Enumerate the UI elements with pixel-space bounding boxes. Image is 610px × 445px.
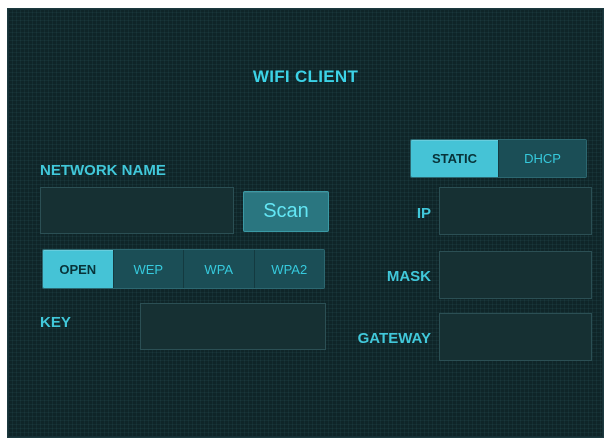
network-name-label: NETWORK NAME <box>40 162 166 179</box>
page-title: WIFI CLIENT <box>252 67 359 86</box>
security-option-wpa[interactable]: WPA <box>183 250 254 288</box>
mask-field[interactable] <box>439 251 592 299</box>
mask-label: MASK <box>386 268 431 285</box>
security-selector: OPEN WEP WPA WPA2 <box>42 249 325 289</box>
key-field[interactable] <box>140 303 326 350</box>
security-option-wep[interactable]: WEP <box>112 250 183 288</box>
ip-field[interactable] <box>439 187 592 235</box>
security-option-open[interactable]: OPEN <box>43 250 113 288</box>
gateway-label: GATEWAY <box>357 330 431 347</box>
addressing-option-dhcp[interactable]: DHCP <box>498 140 586 177</box>
wifi-client-panel: WIFI CLIENT NETWORK NAME Scan OPEN WEP W… <box>7 8 604 438</box>
addressing-selector: STATIC DHCP <box>410 139 587 178</box>
addressing-option-static[interactable]: STATIC <box>411 140 498 177</box>
scan-button[interactable]: Scan <box>243 191 329 232</box>
gateway-field[interactable] <box>439 313 592 361</box>
network-name-field[interactable] <box>40 187 234 234</box>
security-option-wpa2[interactable]: WPA2 <box>253 250 324 288</box>
ip-label: IP <box>416 205 431 222</box>
key-label: KEY <box>40 314 71 331</box>
